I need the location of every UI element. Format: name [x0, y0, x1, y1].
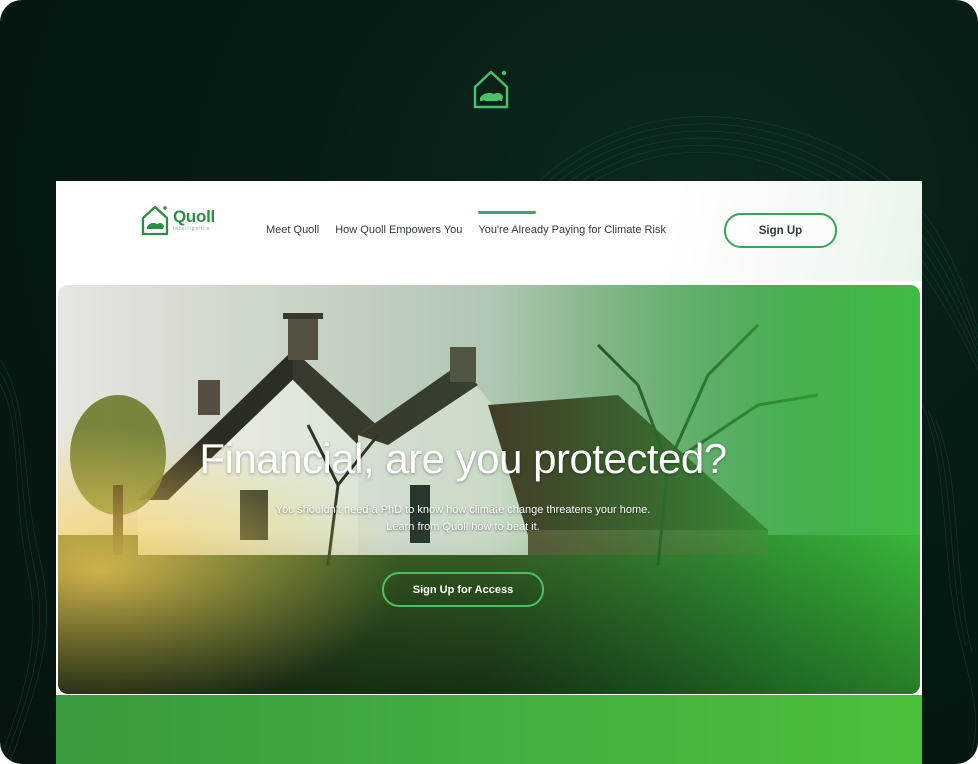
nav-link-climate-risk[interactable]: You're Already Paying for Climate Risk — [478, 211, 666, 236]
brand-logo[interactable]: Quoll Intelligence — [140, 203, 215, 237]
nav-links: Meet Quoll How Quoll Empowers You You're… — [266, 211, 682, 236]
hero-title: Financial, are you protected? — [199, 435, 727, 482]
brand-tagline: Intelligence — [173, 226, 211, 232]
nav-link-how-quoll-empowers-you[interactable]: How Quoll Empowers You — [335, 224, 462, 236]
house-logo-icon — [141, 205, 169, 236]
website-preview: Quoll Intelligence Meet Quoll How Quoll … — [56, 181, 922, 764]
hero-subtitle-line-1: You shouldn't need a PhD to know how cli… — [275, 504, 651, 516]
signup-button[interactable]: Sign Up — [724, 213, 837, 248]
nav-link-meet-quoll[interactable]: Meet Quoll — [266, 224, 319, 236]
hero-subtitle-line-2: Learn from Quoll how to beat it. — [386, 521, 540, 533]
hero-subtitle: You shouldn't need a PhD to know how cli… — [58, 502, 868, 536]
signup-for-access-button[interactable]: Sign Up for Access — [382, 572, 544, 607]
house-logo-icon — [473, 70, 509, 109]
brand-name: Quoll — [173, 207, 215, 226]
green-section-band — [56, 695, 922, 764]
top-navigation: Quoll Intelligence Meet Quoll How Quoll … — [56, 181, 922, 281]
hero-farmhouse-image — [58, 285, 920, 694]
hero-section: Financial, are you protected? You should… — [58, 285, 920, 694]
showcase-frame: Quoll Intelligence Meet Quoll How Quoll … — [0, 0, 978, 764]
